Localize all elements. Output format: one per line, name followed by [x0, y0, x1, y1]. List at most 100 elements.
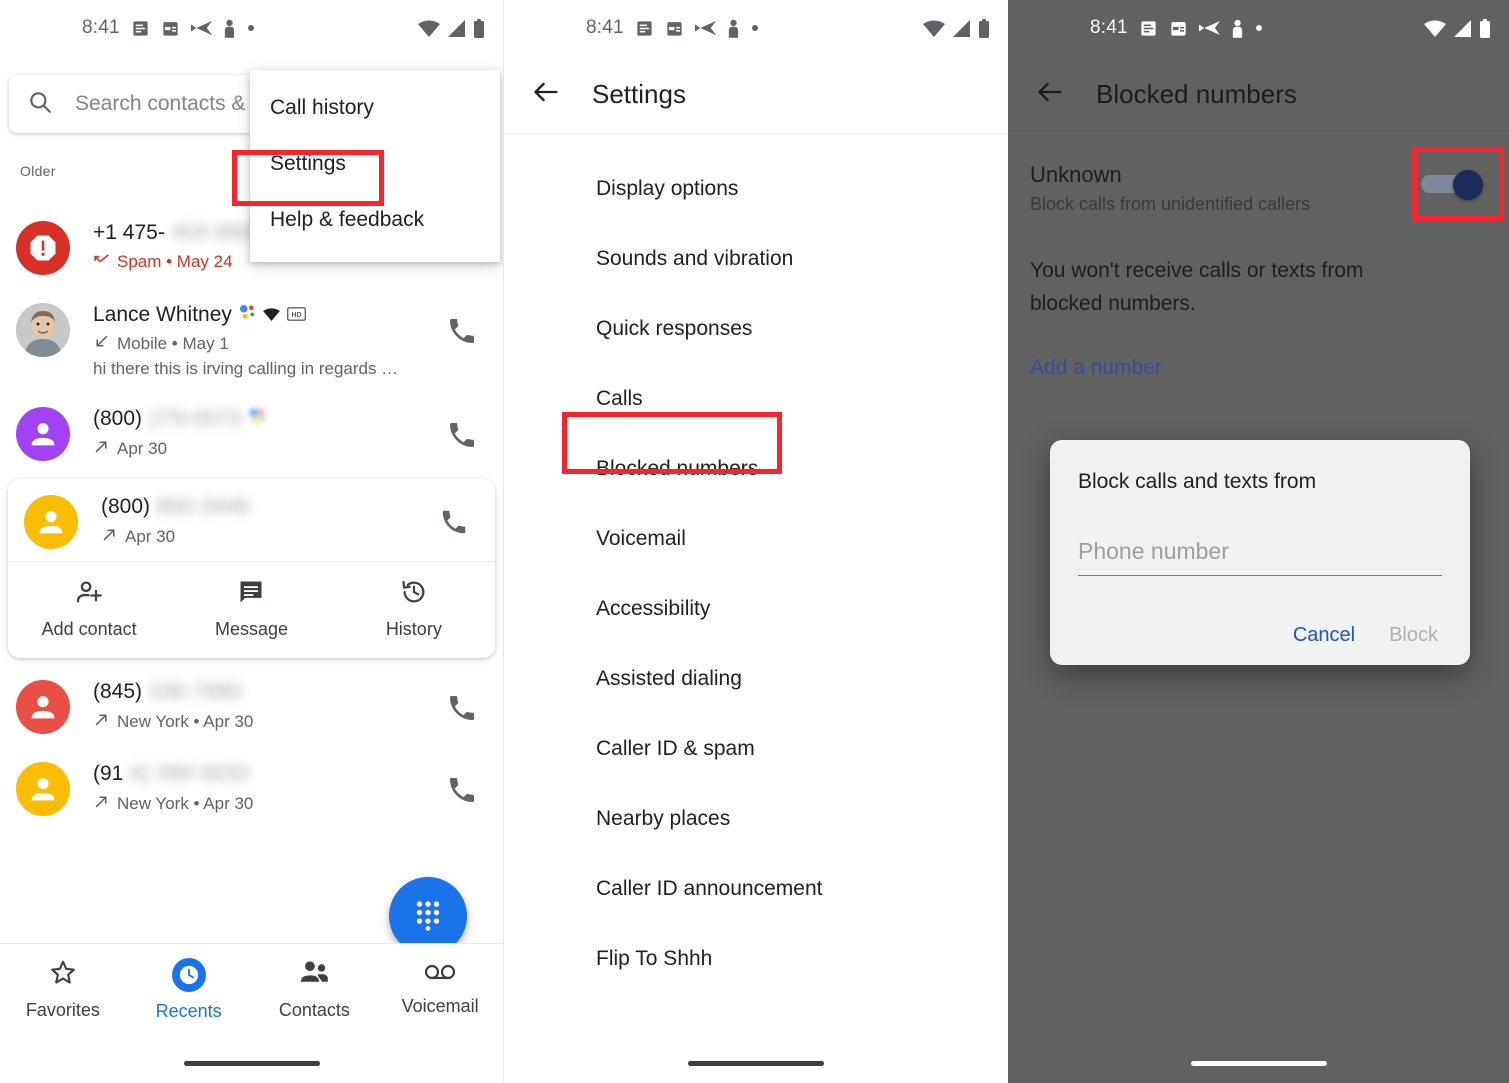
add-contact-label: Add contact — [41, 619, 137, 640]
notes-icon — [635, 19, 654, 38]
notes-icon — [131, 19, 150, 38]
call-subtitle: Apr 30 — [93, 438, 439, 460]
settings-item-calls[interactable]: Calls — [504, 364, 1008, 434]
voicemail-icon — [424, 962, 456, 987]
call-list-item[interactable]: (800) 279-0073 Apr 30 — [0, 391, 503, 473]
three-panel-screenshot: 8:41 Search contacts & Older +1 475- 404… — [0, 0, 1509, 1083]
add-contact-icon — [75, 578, 103, 611]
nav-item-favorites[interactable]: Favorites — [0, 944, 126, 1035]
recent-calls-list: +1 475- 404 8909 Spam • May 24 Lance Whi… — [0, 205, 503, 828]
settings-item-blocked-numbers[interactable]: Blocked numbers — [504, 434, 1008, 504]
call-list-item-expanded[interactable]: (800) 800-3446 Apr 30 — [8, 479, 495, 561]
call-list-item[interactable]: (91 4) 390-0033 New York • Apr 30 — [0, 746, 503, 828]
missed-call-icon — [93, 251, 110, 273]
status-bar-panel1: 8:41 — [0, 0, 503, 56]
dot-icon — [247, 24, 255, 32]
cell-signal-icon — [1453, 19, 1472, 37]
person-icon — [16, 680, 70, 735]
history-button[interactable]: History — [333, 562, 495, 658]
call-title: (845) 336-7890 — [93, 679, 439, 705]
outgoing-call-icon — [93, 793, 110, 815]
call-subtitle: New York • Apr 30 — [93, 711, 439, 733]
settings-item-quick-responses[interactable]: Quick responses — [504, 294, 1008, 364]
history-icon — [400, 578, 428, 611]
back-arrow-icon[interactable] — [532, 78, 560, 111]
page-title: Blocked numbers — [1096, 79, 1297, 109]
people-icon — [299, 958, 329, 991]
page-title: Settings — [592, 79, 686, 109]
phone-number-input[interactable] — [1078, 538, 1442, 565]
send-icon — [190, 20, 212, 36]
battery-icon — [978, 18, 990, 38]
block-unknown-subtitle: Block calls from unidentified callers — [1030, 194, 1311, 214]
contact-photo — [16, 303, 70, 357]
calendar-icon — [161, 19, 180, 38]
settings-item-voicemail[interactable]: Voicemail — [504, 504, 1008, 574]
call-back-button[interactable] — [439, 676, 485, 724]
call-list-item[interactable]: (845) 336-7890 New York • Apr 30 — [0, 664, 503, 746]
incoming-call-icon — [93, 333, 110, 355]
person-icon — [16, 762, 70, 817]
settings-item-nearby-places[interactable]: Nearby places — [504, 784, 1008, 854]
block-number-dialog: Block calls and texts from Cancel Block — [1050, 440, 1470, 665]
settings-item-accessibility[interactable]: Accessibility — [504, 574, 1008, 644]
phone-number-field[interactable] — [1078, 538, 1442, 576]
outgoing-call-icon — [93, 711, 110, 733]
search-icon — [27, 89, 53, 120]
status-bar-clock: 8:41 — [82, 17, 120, 38]
dialog-title: Block calls and texts from — [1078, 470, 1317, 493]
search-input-placeholder: Search contacts & — [75, 92, 246, 115]
bottom-navigation: Favorites Recents Contacts Voicemail — [0, 943, 503, 1035]
history-label: History — [385, 619, 442, 640]
nav-label-favorites: Favorites — [25, 1000, 100, 1020]
settings-item-sounds-and-vibration[interactable]: Sounds and vibration — [504, 224, 1008, 294]
settings-item-display-options[interactable]: Display options — [504, 154, 1008, 224]
call-list-item[interactable]: Lance Whitney HD Mobile • May 1 hi there… — [0, 287, 503, 391]
nav-label-recents: Recents — [155, 1000, 222, 1021]
gesture-bar — [183, 1061, 320, 1066]
settings-item-flip-to-shhh[interactable]: Flip To Shhh — [504, 924, 1008, 994]
overflow-menu: Call history Settings Help & feedback — [250, 70, 500, 262]
nav-label-voicemail: Voicemail — [401, 996, 479, 1016]
person-notification-icon — [727, 19, 740, 38]
add-a-number-link[interactable]: Add a number — [1008, 320, 1509, 380]
voicemail-snippet: hi there this is irving calling in regar… — [93, 359, 399, 379]
wifi-icon — [1424, 20, 1446, 37]
block-button[interactable]: Block — [1389, 624, 1438, 647]
call-back-button[interactable] — [439, 299, 485, 347]
settings-item-caller-id-spam[interactable]: Caller ID & spam — [504, 714, 1008, 784]
battery-icon — [473, 18, 485, 38]
person-notification-icon — [223, 19, 236, 38]
block-unknown-toggle[interactable] — [1421, 170, 1483, 200]
nav-item-contacts[interactable]: Contacts — [252, 944, 378, 1035]
block-unknown-row[interactable]: Unknown Block calls from unidentified ca… — [1008, 134, 1509, 215]
nav-item-voicemail[interactable]: Voicemail — [377, 944, 503, 1035]
status-bar-panel2: 8:41 — [504, 0, 1008, 56]
battery-icon — [1479, 18, 1491, 38]
nav-item-recents[interactable]: Recents — [126, 944, 252, 1035]
menu-item-settings[interactable]: Settings — [250, 136, 500, 192]
call-card-actions: Add contact Message History — [8, 561, 495, 658]
back-arrow-icon[interactable] — [1036, 78, 1064, 111]
settings-list: Display options Sounds and vibration Qui… — [504, 134, 1008, 994]
add-contact-button[interactable]: Add contact — [8, 562, 170, 658]
dialog-actions: Cancel Block — [1078, 624, 1442, 647]
google-assistant-icon — [239, 302, 256, 328]
blocked-numbers-screen: 8:41 Blocked numbers Unknown Block calls… — [1008, 0, 1509, 1083]
settings-item-assisted-dialing[interactable]: Assisted dialing — [504, 644, 1008, 714]
menu-item-call-history[interactable]: Call history — [250, 80, 500, 136]
menu-item-help-feedback[interactable]: Help & feedback — [250, 192, 500, 248]
cell-signal-icon — [447, 19, 466, 37]
call-back-button[interactable] — [439, 403, 485, 451]
cancel-button[interactable]: Cancel — [1293, 624, 1355, 647]
message-button[interactable]: Message — [170, 562, 332, 658]
settings-screen: 8:41 Settings Display options Sounds and… — [503, 0, 1008, 1083]
call-title: Lance Whitney HD — [93, 302, 439, 328]
avatar — [16, 303, 70, 357]
call-back-button[interactable] — [431, 491, 477, 537]
send-icon — [1198, 20, 1220, 36]
blurred-number: 4) 390-0033 — [130, 762, 250, 786]
settings-item-caller-id-announcement[interactable]: Caller ID announcement — [504, 854, 1008, 924]
call-subtitle: New York • Apr 30 — [93, 793, 439, 815]
call-back-button[interactable] — [439, 758, 485, 806]
